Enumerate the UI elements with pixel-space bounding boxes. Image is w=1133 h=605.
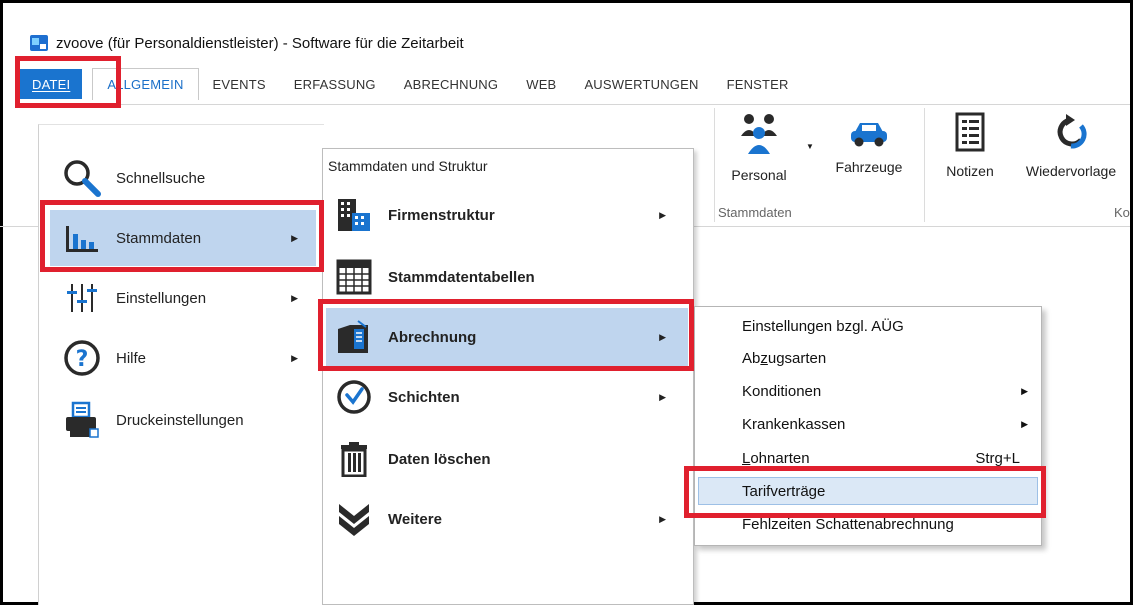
submenu-item-schichten[interactable]: Schichten ▶ (326, 368, 688, 426)
ribbon-fahrzeuge-label: Fahrzeuge (835, 159, 903, 175)
clock-icon (334, 377, 374, 417)
ribbon-tabs: DATEI ALLGEMEIN EVENTS ERFASSUNG ABRECHN… (20, 64, 803, 104)
access-key: z (760, 349, 768, 367)
ribbon-group-cut-label: Ko (1114, 205, 1130, 220)
menu-item-schnellsuche[interactable]: Schnellsuche (50, 150, 316, 206)
menu-item-label: Druckeinstellungen (116, 411, 244, 429)
menu-item-stammdaten[interactable]: Stammdaten ▶ (50, 210, 316, 266)
ribbon-personal-button[interactable]: Personal (720, 112, 798, 183)
trash-icon (334, 439, 374, 479)
submenu-arrow-icon: ▶ (291, 232, 298, 243)
menu-item-label: Fehlzeiten Schattenabrechnung (742, 515, 954, 533)
submenu-arrow-icon: ▶ (659, 513, 666, 524)
menu-item-hilfe[interactable]: ? Hilfe ▶ (50, 330, 316, 386)
ribbon-fahrzeuge-button[interactable]: Fahrzeuge (824, 120, 914, 175)
sliders-icon (62, 278, 102, 318)
ribbon-top-divider (20, 104, 1130, 105)
menu-item-label: Einstellungen bzgl. AÜG (742, 317, 904, 335)
ribbon-notizen-label: Notizen (946, 163, 994, 179)
app-logo-icon (30, 35, 48, 51)
ribbon-group-stammdaten: Stammdaten (718, 205, 792, 220)
table-icon (334, 257, 374, 297)
submenu-arrow-icon: ▶ (291, 352, 298, 363)
menu-item-label: Einstellungen (116, 289, 207, 307)
label-part: ohnarten (750, 449, 810, 467)
personal-dropdown-icon[interactable]: ▼ (806, 142, 814, 151)
left-divider (0, 226, 38, 227)
submenu-header: Stammdaten und Struktur (328, 158, 488, 174)
window-title: zvoove (für Personaldienstleister) - Sof… (56, 34, 464, 52)
title-bar: zvoove (für Personaldienstleister) - Sof… (30, 30, 464, 56)
submenu-arrow-icon: ▶ (291, 292, 298, 303)
label-part: Ab (742, 349, 761, 367)
menu-item-label: Krankenkassen (742, 415, 846, 433)
menu-item-label: Tarifverträge (742, 482, 826, 500)
ribbon-notizen-button[interactable]: Notizen (934, 112, 1006, 179)
submenu-item-label: Weitere (388, 510, 442, 528)
submenu-item-firmenstruktur[interactable]: Firmenstruktur ▶ (326, 186, 688, 244)
submenu-arrow-icon: ▶ (659, 331, 666, 342)
double-chevron-icon (334, 499, 374, 539)
label-part: ugsarten (767, 349, 827, 367)
printer-icon (62, 400, 102, 440)
car-icon (849, 120, 889, 151)
tab-abrechnung[interactable]: ABRECHNUNG (390, 69, 512, 99)
tab-web[interactable]: WEB (512, 69, 570, 99)
ribbon-wiedervorlage-label: Wiedervorlage (1025, 163, 1117, 179)
menu-item-label: Schnellsuche (116, 169, 206, 187)
ribbon-separator (714, 108, 715, 222)
tab-auswertungen[interactable]: AUSWERTUNGEN (570, 69, 712, 99)
menu-item-tarifvertraege[interactable]: Tarifverträge (698, 477, 1038, 505)
submenu-arrow-icon: ▶ (1021, 385, 1028, 396)
menu-item-einstellungen[interactable]: Einstellungen ▶ (50, 270, 316, 326)
buildings-icon (334, 195, 374, 235)
help-icon: ? (62, 338, 102, 378)
menu-item-fehlzeiten-schattenabrechnung[interactable]: Fehlzeiten Schattenabrechnung (698, 510, 1038, 538)
submenu-item-label: Firmenstruktur (388, 206, 495, 224)
submenu-arrow-icon: ▶ (1021, 418, 1028, 429)
menu-item-einstellungen-aueg[interactable]: Einstellungen bzgl. AÜG (698, 312, 1038, 340)
submenu-arrow-icon: ▶ (659, 209, 666, 220)
menu-item-label: Stammdaten (116, 229, 202, 247)
menu-item-krankenkassen[interactable]: Krankenkassen ▶ (698, 410, 1038, 438)
ribbon-separator (924, 108, 925, 222)
search-icon (62, 158, 102, 198)
submenu-item-label: Schichten (388, 388, 460, 406)
submenu-item-daten-loeschen[interactable]: Daten löschen (326, 430, 688, 488)
bar-chart-icon (62, 218, 102, 258)
submenu-item-label: Daten löschen (388, 450, 491, 468)
menu-item-lohnarten[interactable]: Lohnarten Strg+L (698, 444, 1038, 472)
notes-icon (955, 112, 985, 155)
menu-item-konditionen[interactable]: Konditionen ▶ (698, 377, 1038, 405)
submenu-item-label: Abrechnung (388, 328, 477, 346)
tab-allgemein[interactable]: ALLGEMEIN (92, 68, 199, 100)
ledger-icon (334, 317, 374, 357)
resubmission-icon (1051, 114, 1091, 155)
submenu-item-label: Stammdatentabellen (388, 268, 535, 286)
tab-fenster[interactable]: FENSTER (713, 69, 803, 99)
shortcut-hint: Strg+L (975, 449, 1020, 467)
submenu-item-stammdatentabellen[interactable]: Stammdatentabellen (326, 248, 688, 306)
tab-datei[interactable]: DATEI (20, 69, 83, 99)
tab-events[interactable]: EVENTS (199, 69, 280, 99)
menu-item-label: Lohnarten (742, 450, 810, 467)
svg-text:?: ? (76, 347, 89, 372)
submenu-item-weitere[interactable]: Weitere ▶ (326, 490, 688, 548)
menu-item-druckeinstellungen[interactable]: Druckeinstellungen (50, 392, 316, 448)
ribbon-wiedervorlage-button[interactable]: Wiedervorlage (1012, 114, 1130, 179)
people-icon (738, 112, 780, 159)
menu-item-label: Hilfe (116, 349, 147, 367)
tab-erfassung[interactable]: ERFASSUNG (280, 69, 390, 99)
submenu-arrow-icon: ▶ (659, 391, 666, 402)
submenu-item-abrechnung[interactable]: Abrechnung ▶ (326, 308, 688, 366)
menu-item-abzugsarten[interactable]: Abzugsarten (698, 344, 1038, 372)
ribbon-personal-label: Personal (731, 167, 787, 183)
menu-item-label: Konditionen (742, 382, 822, 400)
menu-item-label: Abzugsarten (742, 350, 826, 367)
